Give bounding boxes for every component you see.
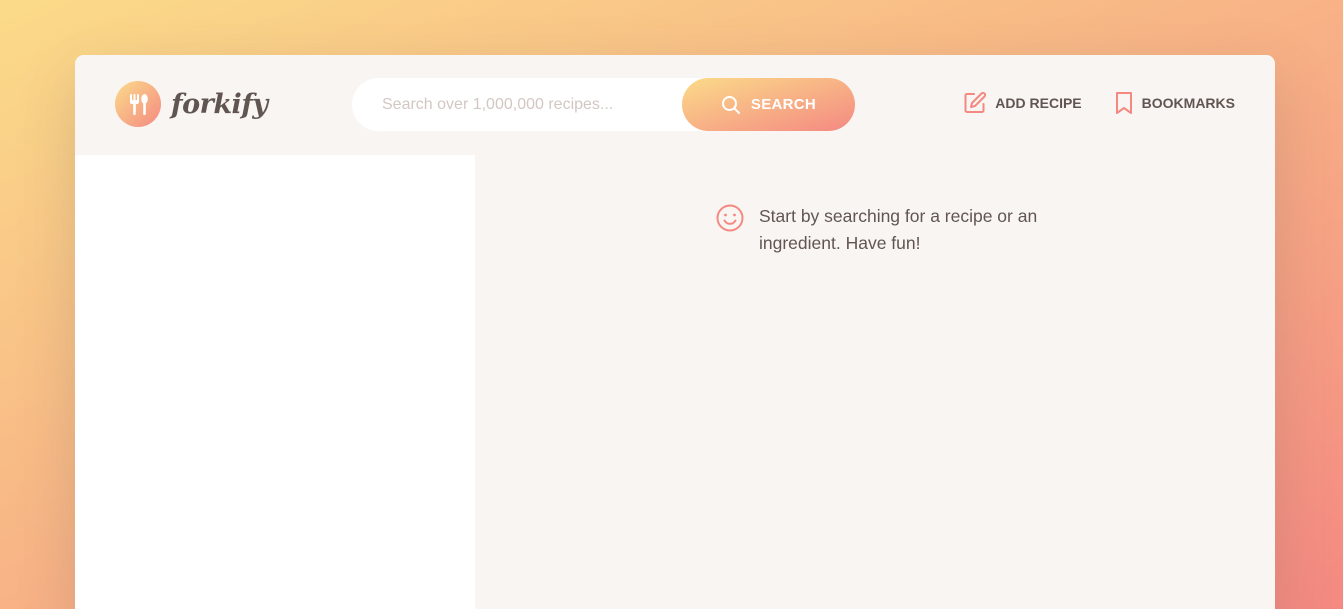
search-input[interactable] — [382, 95, 672, 114]
add-recipe-label: ADD RECIPE — [995, 95, 1082, 111]
bookmark-icon — [1115, 92, 1132, 114]
edit-icon — [964, 91, 987, 113]
bookmarks-button[interactable]: BOOKMARKS — [1114, 91, 1235, 115]
bookmarks-label: BOOKMARKS — [1141, 95, 1235, 111]
start-message: Start by searching for a recipe or an in… — [715, 203, 1039, 257]
search-button-label: SEARCH — [750, 96, 817, 113]
message-text: Start by searching for a recipe or an in… — [759, 206, 1038, 253]
main-nav: ADD RECIPE BOOKMARKS — [963, 91, 1235, 115]
header: forkify SEARCH ADD RECIPE — [75, 55, 1275, 155]
brand-name: forkify — [171, 88, 268, 120]
fork-spoon-icon — [115, 81, 161, 127]
search-results-panel — [75, 155, 475, 609]
app-container: forkify SEARCH ADD RECIPE — [75, 55, 1275, 609]
add-recipe-button[interactable]: ADD RECIPE — [963, 91, 1082, 115]
smile-icon — [716, 204, 744, 232]
recipe-panel: Start by searching for a recipe or an in… — [475, 155, 1275, 609]
search-form: SEARCH — [352, 78, 855, 131]
search-icon — [721, 95, 740, 114]
search-button[interactable]: SEARCH — [682, 78, 855, 131]
logo[interactable]: forkify — [115, 81, 268, 127]
